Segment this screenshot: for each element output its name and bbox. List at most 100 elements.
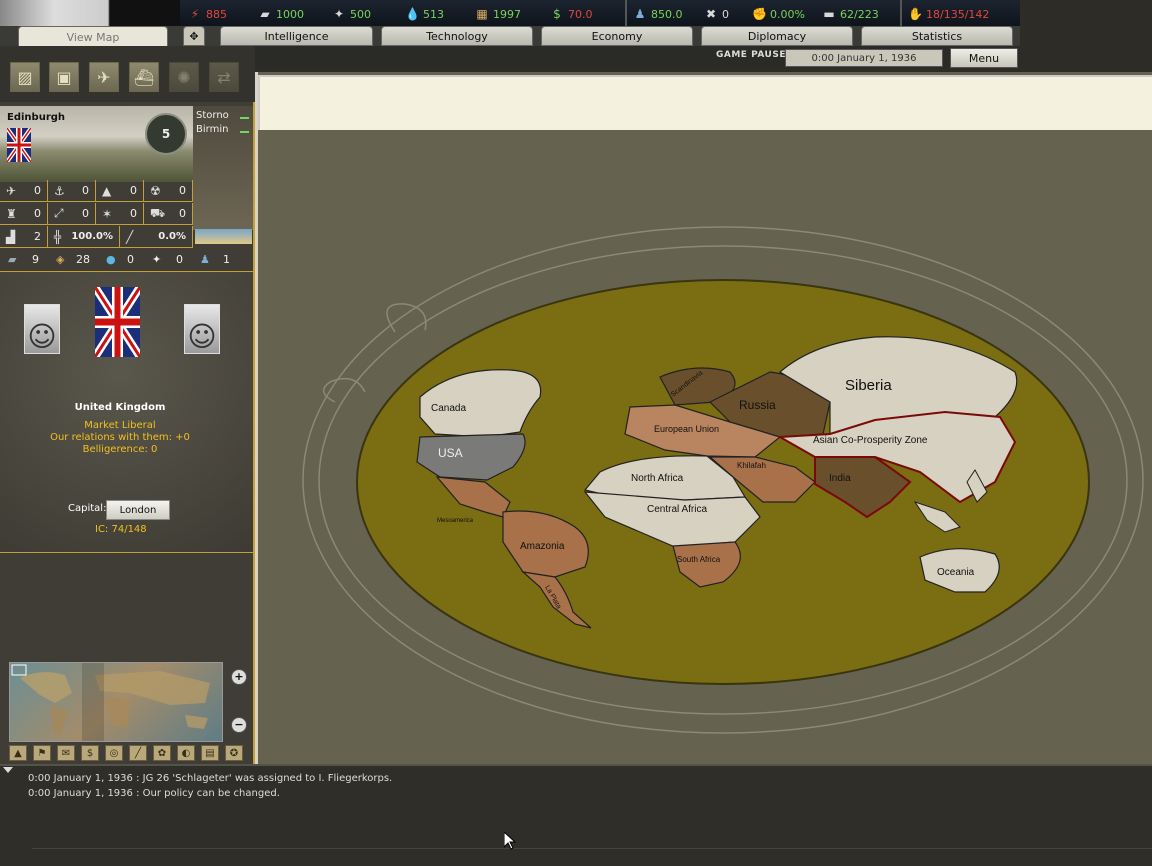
leadership-resource[interactable]: ✋ 18/135/142 — [908, 5, 989, 23]
stat-anti-air: ⤢ 0 — [48, 203, 96, 225]
minimap-terrain — [11, 663, 210, 741]
stat-fort: ♜ 0 — [0, 203, 48, 225]
head-of-state-portrait[interactable]: ☺ — [24, 304, 60, 354]
label-european-union: European Union — [654, 424, 719, 434]
anchor-icon: ⚓ — [54, 183, 65, 198]
oil-resource[interactable]: 💧 513 — [405, 5, 444, 23]
rare-materials-resource[interactable]: ✦ 500 — [332, 5, 371, 23]
dissent-resource[interactable]: ✖ 0 — [704, 5, 729, 23]
tab-diplomacy[interactable]: Diplomacy — [701, 26, 853, 46]
stat-naval-base: ⚓ 0 — [48, 180, 96, 202]
political-filter-icon[interactable]: ⚑ — [33, 745, 51, 761]
neighbor-storno[interactable]: Storno — [196, 110, 229, 121]
label-khilafah: Khilafah — [737, 461, 766, 470]
weather-filter-icon[interactable]: ╱ — [129, 745, 147, 761]
uk-flag-icon — [7, 128, 31, 162]
label-oceania: Oceania — [937, 567, 975, 578]
faction-filter-icon[interactable]: ▤ — [201, 745, 219, 761]
navy-mode-icon[interactable]: ⛴ — [129, 62, 159, 92]
oil-icon: 💧 — [405, 7, 420, 21]
label-siberia: Siberia — [845, 377, 892, 394]
transport-resource[interactable]: ▬ 62/223 — [822, 5, 878, 23]
game-date: 0:00 January 1, 1936 — [785, 49, 943, 67]
rocket-icon: ▲ — [102, 183, 112, 198]
label-central-africa: Central Africa — [647, 504, 707, 515]
industrial-capacity: IC: 74/148 — [95, 524, 147, 535]
label-mesoamerica: Mesoamerica — [437, 518, 474, 524]
capital-button[interactable]: London — [106, 500, 170, 520]
resource-filter-icon[interactable]: ✿ — [153, 745, 171, 761]
terrain-mode-icon[interactable]: ▨ — [10, 62, 40, 92]
stat-infrastructure: ╬ 100.0% — [48, 226, 120, 248]
economy-filter-icon[interactable]: $ — [81, 745, 99, 761]
country-name: United Kingdom — [74, 402, 166, 413]
energy-resource[interactable]: ⚡ 885 — [188, 5, 227, 23]
energy-icon: ⚡ — [190, 7, 200, 21]
head-of-government-portrait[interactable]: ☺ — [184, 304, 220, 354]
national-unity-icon: ✊ — [752, 7, 767, 21]
minimap[interactable] — [9, 662, 223, 742]
menu-button[interactable]: Menu — [950, 48, 1018, 68]
label-india: India — [829, 473, 851, 484]
supplies-icon: ▦ — [476, 7, 488, 21]
supply-mode-icon[interactable]: ⇄ — [209, 62, 239, 92]
manpower-resource[interactable]: ♟ 850.0 — [633, 5, 683, 23]
national-unity-resource[interactable]: ✊ 0.00% — [752, 5, 805, 23]
stat-rocket: ▲ 0 — [96, 180, 144, 202]
supplies-resource[interactable]: ▦ 1997 — [475, 5, 521, 23]
fort-icon: ♜ — [6, 206, 17, 221]
blast-mode-icon[interactable]: ✺ — [169, 62, 199, 92]
diplomatic-filter-icon[interactable]: ✉ — [57, 745, 75, 761]
belligerence-label: Belligerence: 0 — [82, 444, 158, 455]
anti-air-icon: ⤢ — [54, 206, 64, 220]
tab-economy[interactable]: Economy — [541, 26, 693, 46]
tab-intelligence[interactable]: Intelligence — [220, 26, 373, 46]
army-mode-icon[interactable]: ▣ — [49, 62, 79, 92]
log-collapse-icon[interactable] — [3, 767, 13, 773]
ideology-label: Market Liberal — [84, 420, 156, 431]
manpower-icon: ♟ — [200, 253, 210, 266]
region-filter-icon[interactable]: ◐ — [177, 745, 195, 761]
money-resource[interactable]: $70.0 — [550, 5, 592, 23]
stat-nuclear: ☢ 0 — [144, 180, 193, 202]
theater-filter-icon[interactable]: ✪ — [225, 745, 243, 761]
label-asian-co-prosperity-zone: Asian Co-Prosperity Zone — [813, 435, 928, 446]
world-map-svg: Canada USA Mesoamerica Amazonia La Plata… — [302, 226, 1144, 734]
uk-flag-large-icon[interactable] — [95, 287, 140, 357]
manpower-icon: ♟ — [634, 7, 646, 21]
rare-materials-icon: ✦ — [152, 253, 162, 266]
rare-materials-icon: ✦ — [333, 7, 345, 21]
zoom-out-button[interactable]: − — [231, 717, 247, 733]
coastal-fort-icon: ⛟ — [150, 205, 166, 220]
stat-radar: ✶ 0 — [96, 203, 144, 225]
stat-airbase: ✈ 0 — [0, 180, 48, 202]
factory-icon: ▟ — [6, 229, 16, 244]
label-north-africa: North Africa — [631, 473, 684, 484]
center-view-icon[interactable]: ✥ — [183, 26, 205, 46]
money-icon: $ — [553, 7, 561, 21]
airbase-icon: ✈ — [6, 183, 17, 198]
zoom-in-button[interactable]: + — [231, 669, 247, 685]
tab-technology[interactable]: Technology — [381, 26, 533, 46]
capital-label: Capital: — [68, 503, 107, 514]
label-amazonia: Amazonia — [520, 541, 565, 552]
map-top-strip — [258, 75, 1152, 130]
neighbor-birmin[interactable]: Birmin — [196, 124, 228, 135]
rifle-icon: ╱ — [126, 229, 134, 244]
label-russia: Russia — [739, 398, 776, 412]
transport-icon: ▬ — [823, 7, 835, 21]
oil-icon: ● — [106, 253, 116, 266]
label-usa: USA — [438, 446, 463, 460]
air-mode-icon[interactable]: ✈ — [89, 62, 119, 92]
tab-view-map[interactable]: View Map — [18, 26, 168, 48]
terrain-thumbnail — [195, 229, 252, 244]
world-map[interactable]: Canada USA Mesoamerica Amazonia La Plata… — [255, 72, 1152, 764]
tab-statistics[interactable]: Statistics — [861, 26, 1013, 46]
metal-resource[interactable]: ▰ 1000 — [258, 5, 304, 23]
metal-icon: ▰ — [8, 253, 17, 266]
supply-filter-icon[interactable]: ◎ — [105, 745, 123, 761]
dissent-icon: ✖ — [705, 7, 717, 21]
radar-icon: ✶ — [102, 206, 113, 221]
terrain-filter-icon[interactable]: ▲ — [9, 745, 27, 761]
mouse-cursor-icon — [504, 832, 516, 850]
